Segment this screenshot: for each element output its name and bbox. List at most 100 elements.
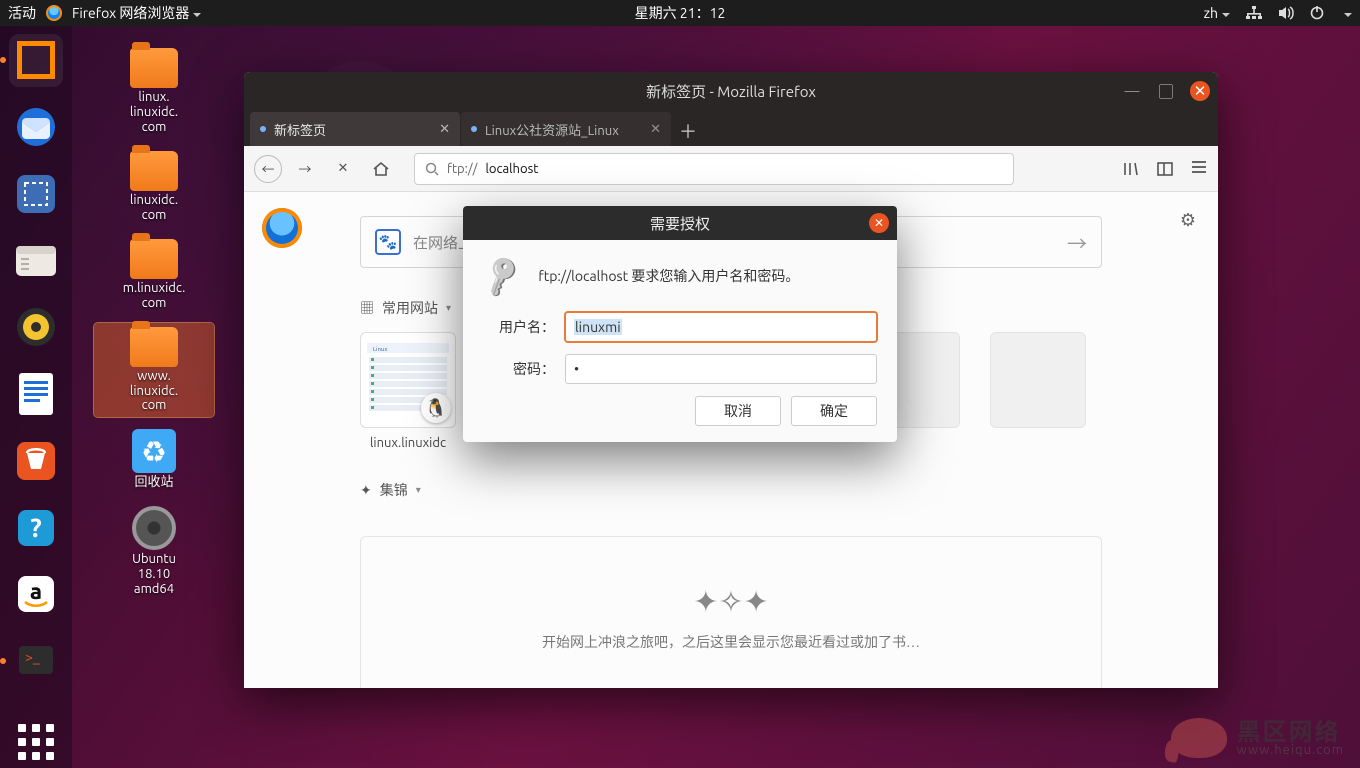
auth-dialog: 需要授权 ✕ 🔑 ftp://localhost 要求您输入用户名和密码。 用户…: [463, 206, 897, 442]
forward-button[interactable]: →: [290, 154, 320, 184]
password-value: •: [574, 361, 579, 377]
sidebar-button[interactable]: [1156, 160, 1174, 178]
library-button[interactable]: [1122, 160, 1140, 178]
folder-icon: [130, 48, 178, 88]
search-submit-icon[interactable]: →: [1067, 228, 1087, 257]
dock-files[interactable]: [9, 234, 63, 287]
window-maximize-button[interactable]: ▢: [1156, 81, 1176, 101]
desktop-disc[interactable]: Ubuntu 18.10 amd64: [94, 502, 214, 601]
cancel-button[interactable]: 取消: [695, 396, 781, 426]
disc-icon: [132, 506, 176, 550]
dialog-title: 需要授权: [650, 213, 710, 234]
section-title: 集锦: [380, 480, 408, 500]
speaker-icon: [15, 306, 57, 348]
dock-thunderbird[interactable]: [9, 101, 63, 154]
search-engine-icon: 🐾: [375, 229, 401, 255]
desktop-label: www. linuxidc. com: [130, 369, 178, 414]
section-title: 常用网站: [382, 298, 438, 318]
highlights-header[interactable]: ✦ 集锦 ▾: [360, 480, 1102, 500]
back-button[interactable]: ←: [254, 155, 282, 183]
dock-show-apps[interactable]: [9, 715, 63, 768]
topsite-thumbnail: Linux 🐧: [360, 332, 456, 428]
window-minimize-button[interactable]: ─: [1122, 81, 1142, 101]
sparkle-small-icon: ✦: [360, 482, 372, 499]
input-method-indicator[interactable]: zh: [1204, 5, 1230, 21]
screenshot-icon: [15, 173, 57, 215]
url-scheme: ftp://: [447, 162, 477, 176]
dock-firefox[interactable]: [9, 34, 63, 87]
firefox-logo-icon: [262, 208, 302, 248]
svg-text:>_: >_: [25, 649, 40, 665]
folder-icon: [130, 327, 178, 367]
desktop-folder[interactable]: m.linuxidc. com: [94, 235, 214, 315]
dock-screenshot[interactable]: [9, 167, 63, 220]
tab-close-icon[interactable]: ✕: [439, 122, 450, 137]
desktop-folder-selected[interactable]: www. linuxidc. com: [94, 323, 214, 418]
watermark-title: 黑区网络: [1237, 720, 1344, 744]
sparkles-icon: ✦✧✦: [693, 584, 768, 620]
dialog-close-button[interactable]: ✕: [869, 213, 889, 233]
window-close-button[interactable]: ✕: [1190, 81, 1210, 101]
topsite-thumbnail-empty: [990, 332, 1086, 428]
new-tab-button[interactable]: ＋: [672, 116, 704, 146]
topsite-empty[interactable]: [990, 332, 1086, 450]
help-icon: ?: [15, 507, 57, 549]
url-bar[interactable]: ftp:// localhost: [414, 153, 1014, 185]
trash-icon: ♻: [132, 429, 176, 473]
topsite-label: linux.linuxidc: [360, 436, 456, 450]
password-input[interactable]: •: [565, 354, 877, 384]
software-icon: [14, 439, 58, 483]
desktop-label: m.linuxidc. com: [123, 281, 186, 311]
files-icon: [13, 240, 59, 282]
chevron-down-icon: ▾: [416, 484, 421, 496]
url-host: localhost: [485, 162, 538, 176]
power-icon[interactable]: [1310, 6, 1324, 20]
activities-button[interactable]: 活动: [8, 3, 36, 23]
dock-software[interactable]: [9, 434, 63, 487]
highlights-hint: 开始网上冲浪之旅吧，之后这里会显示您最近看过或加了书…: [542, 632, 920, 652]
grid-small-icon: ▦: [360, 298, 374, 318]
svg-text:a: a: [30, 579, 42, 604]
folder-icon: [130, 151, 178, 191]
ok-button[interactable]: 确定: [791, 396, 877, 426]
password-label: 密码：: [483, 359, 555, 379]
desktop-folder[interactable]: linux. linuxidc. com: [94, 44, 214, 139]
volume-icon[interactable]: [1278, 6, 1294, 20]
desktop-label: linuxidc. com: [130, 193, 178, 223]
dock-writer[interactable]: [9, 368, 63, 421]
stop-button[interactable]: ✕: [328, 154, 358, 184]
desktop-trash[interactable]: ♻回收站: [94, 425, 214, 494]
topsite-tile[interactable]: Linux 🐧 linux.linuxidc: [360, 332, 456, 450]
system-menu-chevron[interactable]: [1340, 5, 1352, 21]
browser-tab[interactable]: Linux公社资源站_Linux ✕: [461, 112, 671, 146]
watermark-logo-icon: [1171, 718, 1227, 758]
active-app-menu[interactable]: Firefox 网络浏览器: [72, 3, 201, 23]
dock-terminal[interactable]: >_: [9, 635, 63, 688]
home-button[interactable]: [366, 154, 396, 184]
highlights-box: ✦✧✦ 开始网上冲浪之旅吧，之后这里会显示您最近看过或加了书…: [360, 536, 1102, 688]
username-label: 用户名：: [483, 317, 555, 337]
key-icon: 🔑: [477, 252, 526, 300]
navigation-toolbar: ← → ✕ ftp:// localhost: [244, 146, 1218, 192]
browser-tab-active[interactable]: 新标签页 ✕: [250, 112, 460, 146]
terminal-icon: >_: [15, 640, 57, 682]
svg-text:?: ?: [30, 513, 41, 542]
menu-button[interactable]: [1190, 160, 1208, 178]
ubuntu-dock: ? a >_: [0, 26, 72, 768]
dialog-message: ftp://localhost 要求您输入用户名和密码。: [538, 266, 877, 286]
watermark-url: www.heiqu.com: [1237, 744, 1344, 757]
network-icon[interactable]: [1246, 6, 1262, 20]
firefox-panel-icon: [46, 5, 62, 21]
dock-help[interactable]: ?: [9, 501, 63, 554]
newtab-settings-button[interactable]: ⚙: [1180, 210, 1196, 231]
window-titlebar[interactable]: 新标签页 - Mozilla Firefox ─ ▢ ✕: [244, 72, 1218, 110]
tab-loading-dot: [260, 126, 266, 132]
tab-label: Linux公社资源站_Linux: [485, 120, 619, 139]
dialog-titlebar[interactable]: 需要授权 ✕: [463, 206, 897, 240]
panel-clock[interactable]: 星期六 21：12: [635, 3, 726, 23]
desktop-folder[interactable]: linuxidc. com: [94, 147, 214, 227]
dock-amazon[interactable]: a: [9, 568, 63, 621]
username-input[interactable]: linuxmi: [565, 312, 877, 342]
dock-rhythmbox[interactable]: [9, 301, 63, 354]
tab-close-icon[interactable]: ✕: [650, 122, 661, 137]
